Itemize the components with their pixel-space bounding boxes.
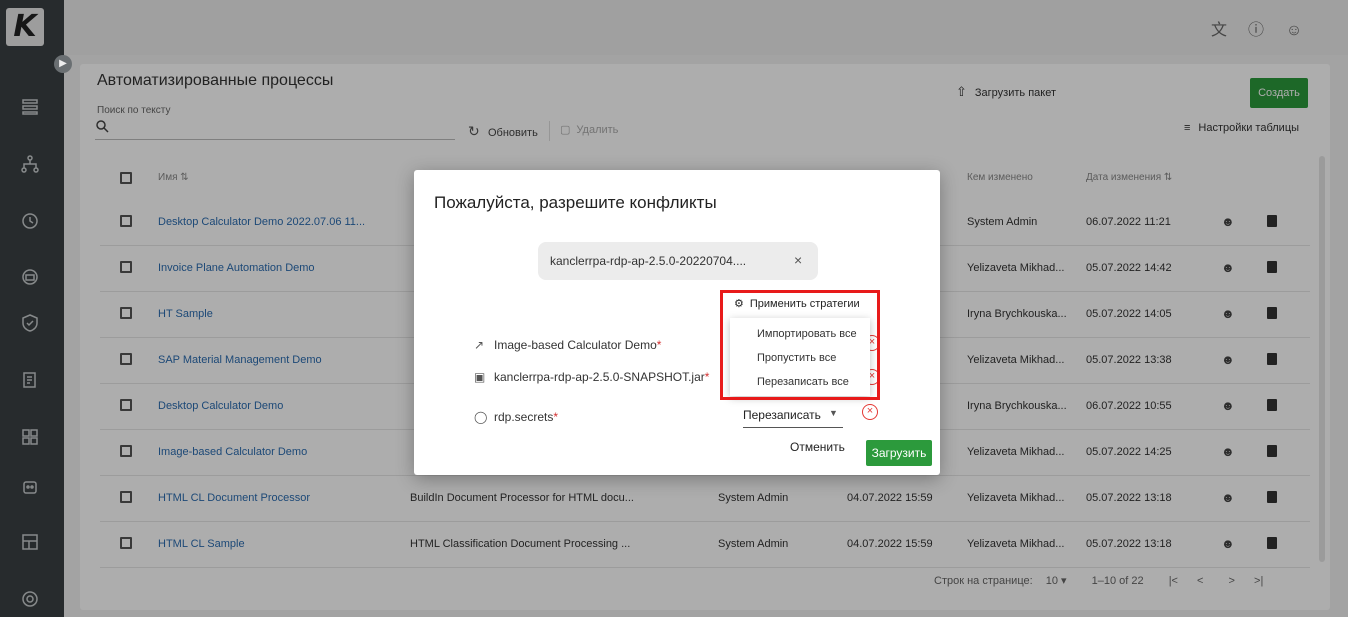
required-mark: * xyxy=(656,338,662,352)
required-mark: * xyxy=(704,370,710,384)
shield-check-icon: ◯ xyxy=(474,410,488,424)
conflict-item-label: rdp.secrets xyxy=(494,410,554,424)
trend-icon: ↗ xyxy=(474,338,485,352)
highlight-annotation xyxy=(720,290,880,400)
cancel-button[interactable]: Отменить xyxy=(790,440,845,454)
load-button[interactable]: Загрузить xyxy=(866,440,932,466)
required-mark: * xyxy=(553,410,559,424)
dialog-title: Пожалуйста, разрешите конфликты xyxy=(434,193,717,212)
conflict-item-label: kanclerrpa-rdp-ap-2.5.0-SNAPSHOT.jar xyxy=(494,370,705,384)
conflict-action-select[interactable]: Перезаписать ▼ xyxy=(743,402,843,428)
conflict-item-label: Image-based Calculator Demo xyxy=(494,338,657,352)
chevron-down-icon: ▼ xyxy=(829,408,838,418)
error-icon: × xyxy=(862,404,878,420)
file-chip-label: kanclerrpa-rdp-ap-2.5.0-20220704.... xyxy=(550,254,747,268)
close-icon[interactable]: × xyxy=(794,252,802,268)
file-chip: kanclerrpa-rdp-ap-2.5.0-20220704.... × xyxy=(538,242,818,280)
expand-sidebar-button[interactable]: ▶ xyxy=(54,55,72,73)
conflict-item: ↗ Image-based Calculator Demo* xyxy=(474,338,661,352)
conflict-item: ◯ rdp.secrets* xyxy=(474,410,558,424)
conflict-item: ▣ kanclerrpa-rdp-ap-2.5.0-SNAPSHOT.jar* xyxy=(474,370,709,384)
select-value: Перезаписать xyxy=(743,408,821,422)
archive-icon: ▣ xyxy=(474,370,486,384)
